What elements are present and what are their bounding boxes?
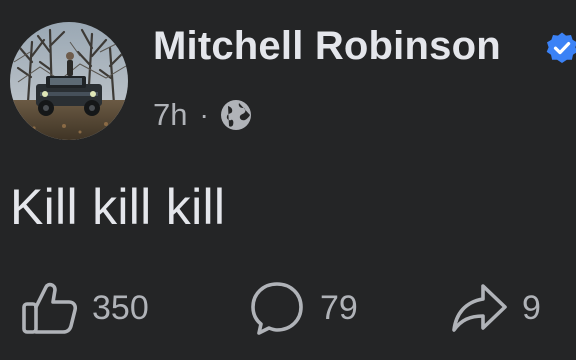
meta-separator: · xyxy=(199,99,209,130)
post-timestamp[interactable]: 7h xyxy=(153,97,187,133)
post-card: Mitchell Robinson 7h · Kill kill kill 35… xyxy=(0,0,576,360)
verified-badge-icon xyxy=(546,32,576,63)
profile-photo xyxy=(10,22,128,140)
globe-icon[interactable] xyxy=(219,98,253,132)
author-name[interactable]: Mitchell Robinson xyxy=(153,24,501,69)
comment-count: 79 xyxy=(320,288,358,327)
share-count: 9 xyxy=(522,288,541,327)
post-meta: 7h · xyxy=(153,95,253,135)
like-count: 350 xyxy=(92,288,149,327)
share-arrow-icon xyxy=(452,284,507,332)
share-button[interactable]: 9 xyxy=(450,280,541,336)
author-avatar[interactable] xyxy=(10,22,128,140)
like-button[interactable]: 350 xyxy=(20,280,149,336)
action-bar: 350 79 9 xyxy=(0,280,576,336)
post-text: Kill kill kill xyxy=(10,179,226,235)
comment-bubble-icon xyxy=(251,282,303,335)
comment-button[interactable]: 79 xyxy=(248,280,358,336)
thumbs-up-icon xyxy=(22,282,78,334)
